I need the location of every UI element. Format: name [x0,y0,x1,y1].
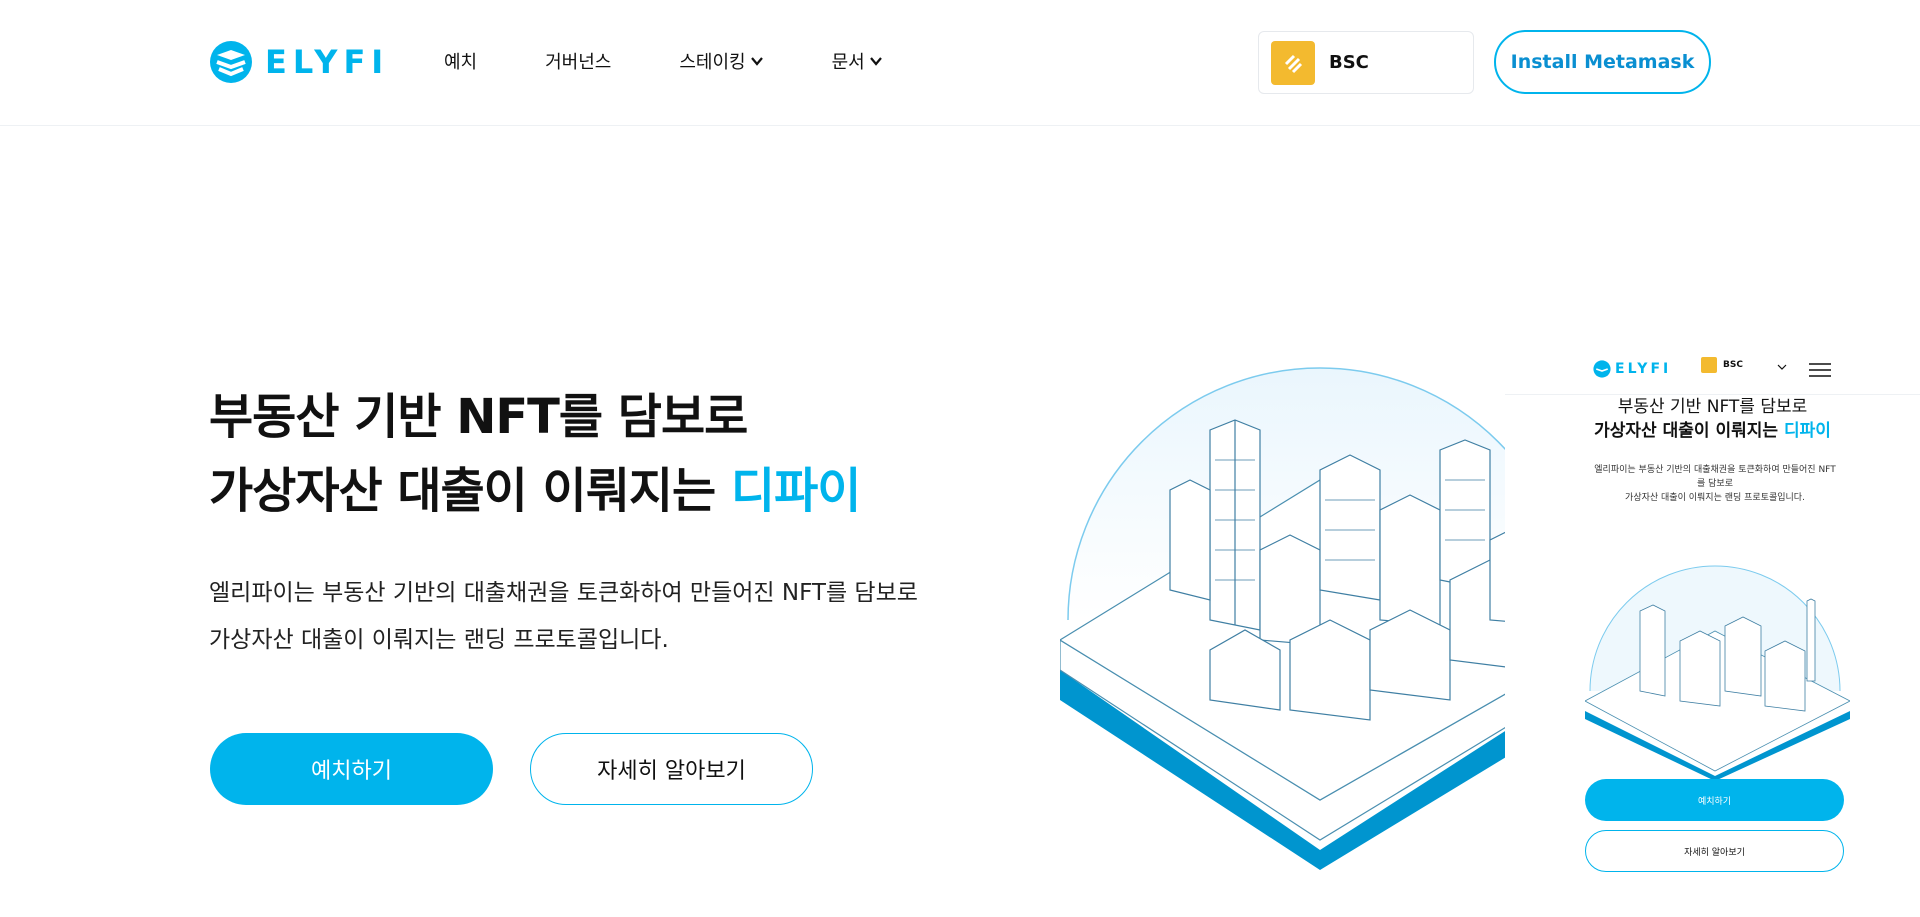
mobile-network-label: BSC [1723,360,1743,370]
hamburger-menu-icon [1809,363,1831,377]
brand-name: ELYFI [265,43,390,81]
mobile-title-accent: 디파이 [1783,421,1831,441]
site-header: ELYFI 예치 거버넌스 스테이킹 문서 BSC Install Metama… [0,0,1920,126]
mobile-title-line2: 가상자산 대출이 이뤄지는 디파이 [1505,419,1920,443]
mobile-city-illustration [1585,565,1850,781]
nav-item-docs[interactable]: 문서 [832,48,883,74]
bnb-chain-icon [1271,40,1315,85]
chevron-down-icon [750,57,763,66]
mobile-elyfi-logo: ELYFI [1593,360,1671,378]
mobile-learn-more-button: 자세히 알아보기 [1585,830,1844,872]
mobile-header: ELYFI BSC [1505,345,1920,395]
hero-title-line1: 부동산 기반 NFT를 담보로 [209,389,748,445]
hero-title-line2: 가상자산 대출이 이뤄지는 디파이 [209,454,861,528]
mobile-desc-line1: 엘리파이는 부동산 기반의 대출채권을 토큰화하여 만들어진 NFT [1594,465,1836,475]
nav-item-label: 문서 [831,52,865,73]
elyfi-logo[interactable]: ELYFI [209,40,389,84]
mobile-hero-description: 엘리파이는 부동산 기반의 대출채권을 토큰화하여 만들어진 NFT 를 담보로… [1580,463,1850,505]
deposit-button[interactable]: 예치하기 [210,733,493,805]
main-nav: 예치 거버넌스 스테이킹 문서 [444,48,951,74]
nav-item-staking[interactable]: 스테이킹 [679,48,763,74]
mobile-desc-line3: 가상자산 대출이 이뤄지는 랜딩 프로토콜입니다. [1625,493,1805,503]
network-label: BSC [1329,52,1369,73]
bnb-chain-icon [1701,357,1717,373]
hero-desc-line1: 엘리파이는 부동산 기반의 대출채권을 토큰화하여 만들어진 NFT를 담보로 [209,580,918,606]
mobile-title-line2-text: 가상자산 대출이 이뤄지는 [1594,421,1784,441]
nav-item-label: 거버넌스 [545,52,612,73]
mobile-hero-title: 부동산 기반 NFT를 담보로 가상자산 대출이 이뤄지는 디파이 [1505,395,1920,443]
nav-item-label: 스테이킹 [679,52,746,73]
chevron-down-icon [1777,364,1787,370]
hero-description: 엘리파이는 부동산 기반의 대출채권을 토큰화하여 만들어진 NFT를 담보로 … [209,570,918,664]
mobile-brand-name: ELYFI [1615,361,1672,377]
nav-item-governance[interactable]: 거버넌스 [545,48,611,74]
install-metamask-button[interactable]: Install Metamask [1494,30,1711,94]
mobile-desc-line2: 를 담보로 [1697,479,1733,489]
hero-title: 부동산 기반 NFT를 담보로 가상자산 대출이 이뤄지는 디파이 [209,380,861,528]
mobile-preview: ELYFI BSC 부동산 기반 NFT를 담보로 가상자산 대출이 이뤄지는 … [1505,345,1920,917]
network-selector[interactable]: BSC [1258,31,1474,94]
chevron-down-icon [869,57,882,66]
hero-desc-line2: 가상자산 대출이 이뤄지는 랜딩 프로토콜입니다. [209,627,669,653]
elyfi-logo-icon [1593,360,1611,378]
hero-title-accent: 디파이 [730,463,861,519]
mobile-deposit-button: 예치하기 [1585,779,1844,821]
learn-more-button[interactable]: 자세히 알아보기 [530,733,813,805]
mobile-network-selector: BSC [1701,357,1743,373]
nav-item-label: 예치 [444,52,478,73]
elyfi-logo-icon [210,41,252,83]
nav-item-deposit[interactable]: 예치 [444,48,477,74]
mobile-title-line1: 부동산 기반 NFT를 담보로 [1617,397,1808,417]
hero-title-line2-text: 가상자산 대출이 이뤄지는 [209,463,731,519]
